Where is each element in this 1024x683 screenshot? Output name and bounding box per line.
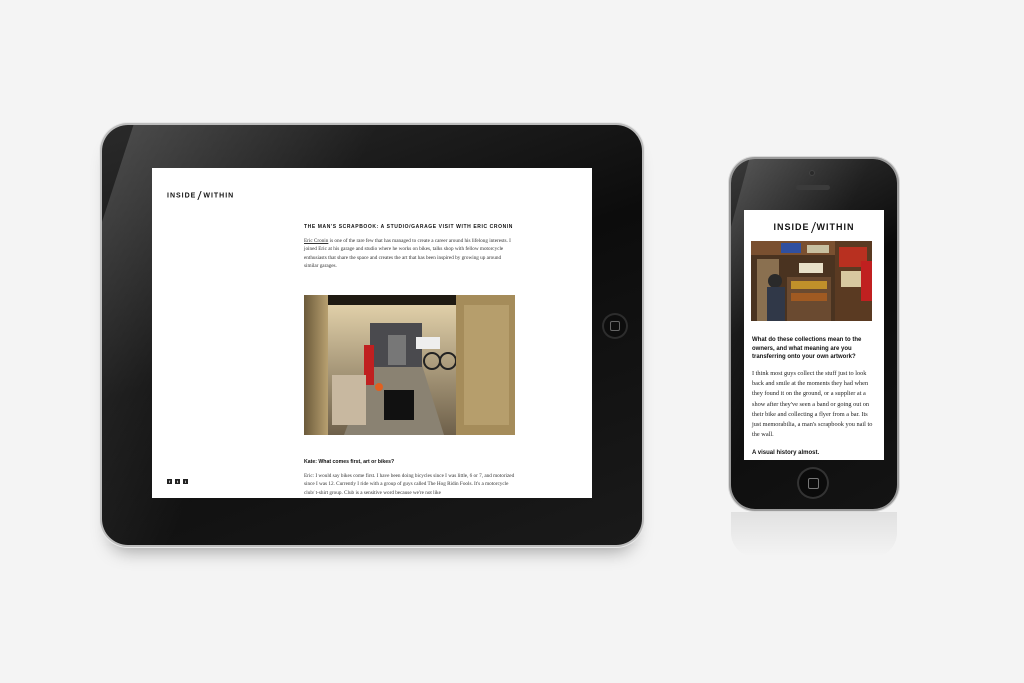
logo-left-text: INSIDE [167,192,197,200]
facebook-icon[interactable]: f [167,479,172,484]
phone-device: INSIDE WITHIN What do these collections … [731,159,897,509]
garage-photo [304,295,515,435]
phone-interview-answer: I think most guys collect the stuff just… [752,370,873,439]
studio-photo [751,241,872,321]
phone-answer-emphasis: A visual history almost. [752,450,820,456]
phone-site-logo[interactable]: INSIDE WITHIN [744,222,884,234]
phone-speaker [796,185,830,190]
interview-answer: Eric: I would say bikes come first. I ha… [304,473,515,496]
studio-photo-art [751,241,872,321]
phone-camera [809,170,815,176]
logo-slash [197,191,202,200]
phone-home-button[interactable] [797,467,829,499]
article-title: THE MAN'S SCRAPBOOK: A STUDIO/GARAGE VIS… [304,224,513,230]
site-logo[interactable]: INSIDE WITHIN [167,191,234,200]
phone-interview-question: What do these collections mean to the ow… [752,337,862,360]
phone-logo-left-text: INSIDE [773,222,810,232]
instagram-icon[interactable]: i [183,479,188,484]
phone-logo-right-text: WITHIN [816,222,855,232]
interview-question: Kate: What comes first, art or bikes? [304,459,395,465]
twitter-icon[interactable]: t [175,479,180,484]
tablet-screen: INSIDE WITHIN THE MAN'S SCRAPBOOK: A STUD… [152,168,592,498]
artist-link[interactable]: Eric Cronin [304,238,328,244]
phone-screen: INSIDE WITHIN What do these collections … [744,210,884,460]
intro-text: is one of the rare few that has managed … [304,238,511,269]
garage-photo-art [304,295,515,435]
phone-reflection [731,512,897,557]
social-links: f t i [167,479,188,484]
logo-right-text: WITHIN [203,192,235,200]
article-intro: Eric Cronin is one of the rare few that … [304,237,516,270]
tablet-home-button[interactable] [602,313,628,339]
phone-logo-slash [810,222,816,234]
tablet-device: INSIDE WITHIN THE MAN'S SCRAPBOOK: A STUD… [102,125,642,545]
